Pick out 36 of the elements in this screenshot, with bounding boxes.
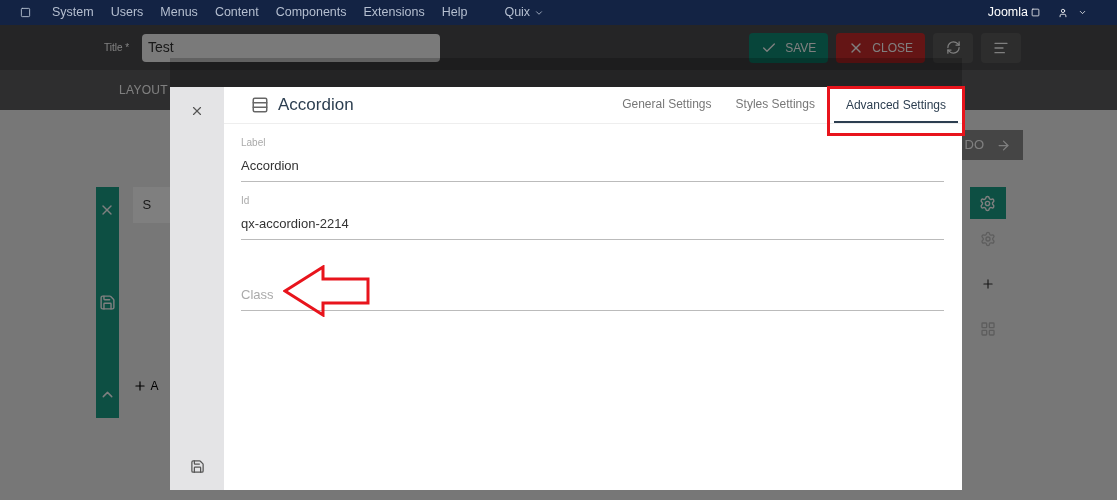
settings-tab[interactable]: General Settings bbox=[610, 87, 724, 123]
menu-button[interactable] bbox=[981, 32, 1021, 63]
text-field[interactable]: Accordion bbox=[241, 149, 944, 182]
caret-icon bbox=[1078, 8, 1087, 17]
text-field[interactable]: qx-accordion-2214 bbox=[241, 207, 944, 240]
class-field[interactable]: Class bbox=[241, 278, 944, 311]
nav-menu-item[interactable]: Components bbox=[275, 3, 347, 22]
save-icon[interactable] bbox=[189, 459, 205, 474]
nav-menu-item[interactable]: System bbox=[52, 3, 94, 22]
refresh-button[interactable] bbox=[933, 32, 973, 63]
add-icon[interactable] bbox=[980, 277, 995, 291]
nav-menu-item[interactable]: Users bbox=[110, 3, 144, 22]
gear-icon bbox=[979, 194, 997, 212]
dialog-title: Accordion bbox=[278, 94, 354, 117]
section-title: S bbox=[142, 196, 152, 215]
user-name[interactable]: Joomla bbox=[987, 3, 1028, 22]
nav-menu-item[interactable]: Menus bbox=[160, 3, 198, 22]
row-title: A bbox=[150, 378, 159, 395]
settings-button[interactable] bbox=[969, 187, 1006, 219]
save-icon[interactable] bbox=[98, 293, 116, 311]
arrow-right-icon bbox=[996, 137, 1011, 153]
close-icon[interactable] bbox=[190, 104, 204, 118]
refresh-icon bbox=[945, 40, 961, 55]
nav-menu-item[interactable]: Extensions bbox=[363, 3, 425, 22]
user-icon[interactable] bbox=[1058, 7, 1068, 18]
add-icon[interactable] bbox=[132, 379, 147, 393]
nav-menu-item[interactable]: Help bbox=[441, 3, 468, 22]
field-label: Label bbox=[241, 136, 267, 149]
nav-menu-item[interactable]: Quix bbox=[504, 3, 545, 22]
nav-menu-item[interactable]: Content bbox=[214, 3, 259, 22]
title-field[interactable]: Test bbox=[142, 33, 440, 62]
accordion-icon bbox=[251, 96, 269, 114]
settings-tab[interactable]: Advanced Settings bbox=[833, 89, 958, 123]
field-label: Id bbox=[241, 194, 251, 207]
settings-tab[interactable]: Styles Settings bbox=[723, 87, 827, 123]
title-label: Title * bbox=[104, 41, 131, 55]
